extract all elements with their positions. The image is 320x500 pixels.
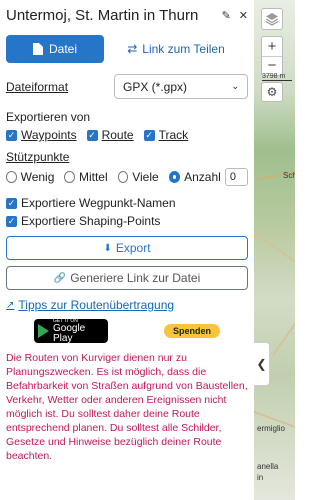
badge-row: GET IT ON Google Play Spenden <box>6 318 248 344</box>
export-panel: Untermoj, St. Martin in Thurn ✎ ✕ Datei … <box>0 0 254 500</box>
support-points-label: Stützpunkte <box>6 150 70 164</box>
checkbox-waypoints[interactable]: ✓ Waypoints <box>6 128 77 142</box>
file-icon <box>32 43 43 55</box>
generate-link-button[interactable]: 🔗 Generiere Link zur Datei <box>6 266 248 290</box>
link-icon: 🔗 <box>53 272 67 284</box>
tab-file-label: Datei <box>48 42 77 56</box>
checkbox-label: Route <box>101 128 134 142</box>
donate-button[interactable]: Spenden <box>164 324 220 338</box>
map-road <box>271 305 295 357</box>
check-icon: ✓ <box>143 129 155 141</box>
checkbox-label: Exportiere Wegpunkt-Namen <box>21 196 176 210</box>
radio-mittel[interactable] <box>64 171 75 183</box>
radio-anzahl[interactable] <box>168 171 181 183</box>
format-label: Dateiformat <box>6 79 69 94</box>
checkbox-route[interactable]: ✓ Route <box>86 128 134 142</box>
check-icon: ✓ <box>86 129 98 141</box>
format-value: GPX (*.gpx) <box>123 79 188 94</box>
checkbox-label: Waypoints <box>21 128 77 142</box>
download-icon: ⬇ <box>103 242 112 254</box>
format-row: Dateiformat GPX (*.gpx) ⌄ <box>6 74 248 99</box>
support-points-row: Wenig Mittel Viele Anzahl 0 <box>6 168 248 186</box>
chevron-left-icon: ❮ <box>256 357 267 371</box>
count-input[interactable]: 0 <box>224 168 248 186</box>
settings-button[interactable]: ⚙ <box>261 82 283 102</box>
tips-link-label: Tipps zur Routenübertragung <box>18 298 175 312</box>
map-label: anella <box>257 462 279 471</box>
tab-file[interactable]: Datei <box>6 35 104 63</box>
format-select[interactable]: GPX (*.gpx) ⌄ <box>114 74 248 99</box>
gplay-main-text: Google Play <box>53 323 86 344</box>
tab-share-link[interactable]: ⇄ Link zum Teilen <box>104 42 248 56</box>
option-row: ✓ Exportiere Shaping-Points <box>6 214 248 228</box>
external-link-icon: ↗ <box>6 299 15 311</box>
collapse-panel-button[interactable]: ❮ <box>254 342 270 386</box>
export-button-label: Export <box>115 241 151 255</box>
map-label: in <box>257 473 264 482</box>
radio-wenig[interactable] <box>6 171 17 183</box>
checkbox-shaping-points[interactable]: ✓ Exportiere Shaping-Points <box>6 214 160 228</box>
radio-label: Anzahl <box>184 170 221 184</box>
gear-icon: ⚙ <box>266 85 278 99</box>
chevron-down-icon: ⌄ <box>231 81 239 91</box>
export-from-label: Exportieren von <box>6 110 91 124</box>
export-button[interactable]: ⬇ Export <box>6 236 248 260</box>
layers-button[interactable] <box>261 8 283 30</box>
option-row: ✓ Exportiere Wegpunkt-Namen <box>6 196 248 210</box>
share-icon: ⇄ <box>127 42 138 56</box>
page-title: Untermoj, St. Martin in Thurn <box>6 6 199 24</box>
map-label: ermiglio <box>257 424 286 433</box>
radio-viele[interactable] <box>117 171 129 183</box>
checkbox-waypoint-names[interactable]: ✓ Exportiere Wegpunkt-Namen <box>6 196 176 210</box>
tab-bar: Datei ⇄ Link zum Teilen <box>6 34 248 64</box>
check-icon: ✓ <box>6 215 17 227</box>
panel-header: Untermoj, St. Martin in Thurn ✎ ✕ <box>6 0 248 30</box>
layers-icon <box>265 13 279 26</box>
checkbox-label: Exportiere Shaping-Points <box>21 214 161 228</box>
radio-label: Mittel <box>78 170 108 184</box>
google-play-badge[interactable]: GET IT ON Google Play <box>34 318 108 344</box>
check-icon: ✓ <box>6 197 17 209</box>
checkbox-track[interactable]: ✓ Track <box>143 128 189 142</box>
radio-label: Wenig <box>20 170 55 184</box>
tips-link[interactable]: ↗ Tipps zur Routenübertragung <box>6 298 248 312</box>
disclaimer-text: Die Routen von Kurviger dienen nur zu Pl… <box>6 352 248 462</box>
pencil-icon[interactable]: ✎ <box>222 9 231 22</box>
close-icon[interactable]: ✕ <box>239 9 248 22</box>
zoom-out-icon[interactable]: − <box>262 55 282 75</box>
google-play-icon <box>38 324 49 338</box>
map-road <box>254 232 295 270</box>
check-icon: ✓ <box>6 129 17 141</box>
radio-label: Viele <box>132 170 159 184</box>
map-label: Sch <box>283 171 295 180</box>
tab-share-label: Link zum Teilen <box>142 42 225 56</box>
zoom-control[interactable]: + − <box>261 36 283 76</box>
map-scale: 3798 m <box>262 73 292 81</box>
checkbox-label: Track <box>158 128 189 142</box>
zoom-in-icon[interactable]: + <box>268 38 277 56</box>
export-from-row: ✓ Waypoints ✓ Route ✓ Track <box>6 128 248 142</box>
generate-link-label: Generiere Link zur Datei <box>70 271 201 285</box>
